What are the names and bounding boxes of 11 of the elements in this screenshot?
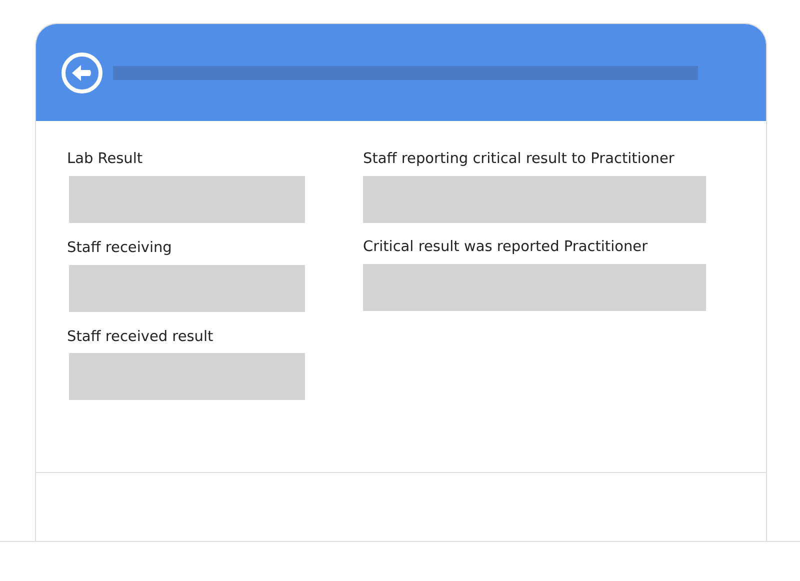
input-field[interactable] — [363, 176, 706, 223]
field-label: Lab Result — [67, 150, 144, 169]
field-label: Staff receiving — [67, 238, 173, 258]
field-label: Staff received result — [67, 328, 214, 346]
input-field[interactable] — [363, 264, 706, 310]
field-label: Critical result was reported Practitioner — [363, 238, 649, 257]
input-field[interactable] — [69, 264, 305, 312]
input-field[interactable] — [69, 353, 305, 400]
back-icon[interactable] — [61, 52, 103, 94]
input-field[interactable] — [69, 176, 305, 223]
field-label: Staff reporting critical result to Practitioner — [363, 150, 676, 169]
